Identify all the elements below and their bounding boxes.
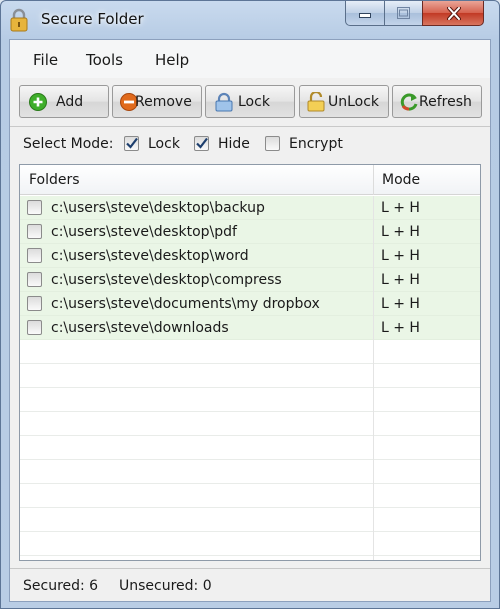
empty-row bbox=[20, 340, 480, 364]
checkmark-icon bbox=[196, 137, 208, 149]
encrypt-mode-checkbox[interactable] bbox=[265, 136, 280, 151]
unlock-label: UnLock bbox=[328, 94, 380, 110]
lock-mode-label[interactable]: Lock bbox=[148, 136, 180, 152]
folder-path: c:\users\steve\desktop\compress bbox=[51, 272, 282, 288]
empty-row bbox=[20, 364, 480, 388]
table-row[interactable]: c:\users\steve\downloads L + H bbox=[20, 316, 480, 340]
app-window: Secure Folder File Tools Help Add Remove… bbox=[0, 0, 500, 609]
row-checkbox[interactable] bbox=[27, 224, 42, 239]
lock-icon bbox=[215, 92, 233, 112]
toolbar: Add Remove Lock UnLock Refresh bbox=[10, 80, 490, 122]
lock-mode-checkbox[interactable] bbox=[124, 136, 139, 151]
table-row[interactable]: c:\users\steve\documents\my dropbox L + … bbox=[20, 292, 480, 316]
caption-buttons bbox=[345, 1, 484, 26]
encrypt-mode-label[interactable]: Encrypt bbox=[289, 136, 343, 152]
checkmark-icon bbox=[126, 137, 138, 149]
empty-row bbox=[20, 388, 480, 412]
hide-mode-label[interactable]: Hide bbox=[218, 136, 250, 152]
secured-count: Secured: 6 bbox=[23, 578, 99, 594]
column-header-mode[interactable]: Mode bbox=[382, 172, 420, 188]
folder-path: c:\users\steve\documents\my dropbox bbox=[51, 296, 320, 312]
empty-row bbox=[20, 412, 480, 436]
column-header-folders[interactable]: Folders bbox=[29, 172, 80, 188]
list-header: Folders Mode bbox=[20, 165, 480, 195]
table-row[interactable]: c:\users\steve\desktop\compress L + H bbox=[20, 268, 480, 292]
folder-path: c:\users\steve\desktop\backup bbox=[51, 200, 265, 216]
close-icon bbox=[447, 7, 461, 20]
table-row[interactable]: c:\users\steve\desktop\pdf L + H bbox=[20, 220, 480, 244]
refresh-button[interactable]: Refresh bbox=[392, 85, 482, 118]
table-row[interactable]: c:\users\steve\desktop\backup L + H bbox=[20, 196, 480, 220]
add-button[interactable]: Add bbox=[19, 85, 109, 118]
menu-tools[interactable]: Tools bbox=[86, 51, 123, 69]
lock-label: Lock bbox=[238, 94, 270, 110]
folder-mode: L + H bbox=[381, 200, 420, 216]
folder-mode: L + H bbox=[381, 272, 420, 288]
column-gridline bbox=[373, 196, 374, 560]
row-checkbox[interactable] bbox=[27, 272, 42, 287]
menu-file[interactable]: File bbox=[33, 51, 58, 69]
menu-bar: File Tools Help bbox=[10, 40, 490, 78]
maximize-button[interactable] bbox=[384, 1, 422, 26]
select-mode-row: Select Mode: Lock Hide Encrypt bbox=[10, 128, 490, 160]
row-checkbox[interactable] bbox=[27, 248, 42, 263]
folder-list[interactable]: Folders Mode c:\users\steve\desktop\back… bbox=[19, 164, 481, 561]
row-checkbox[interactable] bbox=[27, 200, 42, 215]
minimize-icon bbox=[359, 13, 371, 18]
refresh-icon bbox=[400, 93, 418, 111]
folder-mode: L + H bbox=[381, 296, 420, 312]
status-bar: Secured: 6 Unsecured: 0 bbox=[10, 568, 490, 601]
folder-path: c:\users\steve\desktop\word bbox=[51, 248, 249, 264]
remove-button[interactable]: Remove bbox=[112, 85, 202, 118]
window-title: Secure Folder bbox=[41, 10, 144, 28]
table-row[interactable]: c:\users\steve\desktop\word L + H bbox=[20, 244, 480, 268]
column-divider[interactable] bbox=[373, 165, 374, 195]
unlock-icon bbox=[307, 92, 325, 112]
list-body: c:\users\steve\desktop\backup L + H c:\u… bbox=[20, 196, 480, 560]
toolbar-divider bbox=[10, 126, 490, 127]
empty-row bbox=[20, 532, 480, 556]
empty-row bbox=[20, 508, 480, 532]
client-area: File Tools Help Add Remove Lock UnLock R… bbox=[9, 39, 491, 602]
folder-path: c:\users\steve\desktop\pdf bbox=[51, 224, 237, 240]
minimize-button[interactable] bbox=[345, 1, 384, 26]
close-button[interactable] bbox=[422, 1, 484, 26]
remove-label: Remove bbox=[135, 94, 192, 110]
row-checkbox[interactable] bbox=[27, 320, 42, 335]
lock-button[interactable]: Lock bbox=[205, 85, 295, 118]
add-label: Add bbox=[56, 94, 84, 110]
refresh-label: Refresh bbox=[419, 94, 472, 110]
padlock-icon bbox=[10, 8, 28, 32]
empty-row bbox=[20, 460, 480, 484]
folder-mode: L + H bbox=[381, 320, 420, 336]
row-checkbox[interactable] bbox=[27, 296, 42, 311]
folder-mode: L + H bbox=[381, 224, 420, 240]
hide-mode-checkbox[interactable] bbox=[194, 136, 209, 151]
folder-mode: L + H bbox=[381, 248, 420, 264]
title-bar[interactable]: Secure Folder bbox=[1, 1, 499, 39]
maximize-icon bbox=[397, 7, 410, 19]
menu-help[interactable]: Help bbox=[155, 51, 189, 69]
empty-row bbox=[20, 436, 480, 460]
folder-path: c:\users\steve\downloads bbox=[51, 320, 229, 336]
empty-row bbox=[20, 484, 480, 508]
unlock-button[interactable]: UnLock bbox=[299, 85, 389, 118]
unsecured-count: Unsecured: 0 bbox=[119, 578, 212, 594]
select-mode-label: Select Mode: bbox=[23, 136, 114, 152]
plus-circle-icon bbox=[29, 93, 47, 111]
